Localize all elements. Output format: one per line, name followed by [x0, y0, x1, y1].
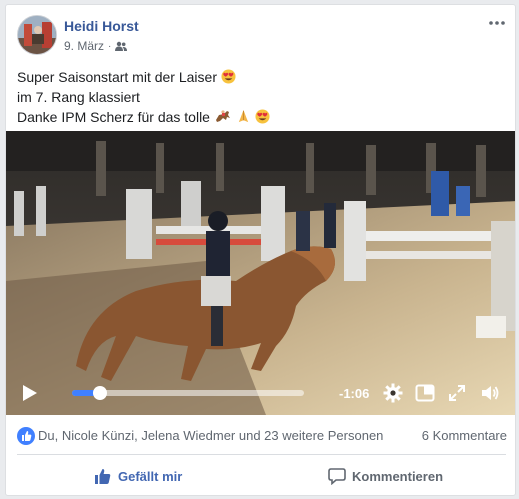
comment-button[interactable]: Kommentieren — [328, 465, 443, 487]
author-avatar[interactable] — [17, 15, 57, 55]
friends-icon[interactable] — [115, 41, 128, 51]
like-button[interactable]: Gefällt mir — [94, 465, 182, 487]
time-remaining: -1:06 — [339, 386, 370, 401]
more-options-icon[interactable] — [487, 15, 507, 31]
author-name[interactable]: Heidi Horst — [64, 18, 139, 34]
video-controls: -1:06 — [6, 371, 515, 415]
like-button-label: Gefällt mir — [118, 468, 183, 484]
like-reaction-icon[interactable] — [17, 427, 35, 445]
comment-bubble-icon — [328, 468, 346, 485]
seek-bar[interactable] — [72, 386, 304, 400]
comment-button-label: Kommentieren — [352, 468, 444, 484]
post-text-line-3: Danke IPM Scherz für das tolle — [17, 107, 270, 127]
post-text: Super Saisonstart mit der Laiser im 7. R… — [17, 67, 270, 127]
video-player[interactable]: -1:06 — [6, 131, 515, 415]
post-meta: 9. März · — [64, 39, 128, 53]
heart-eyes-emoji-icon — [221, 69, 236, 84]
play-icon[interactable] — [20, 384, 38, 402]
picture-in-picture-icon[interactable] — [415, 383, 435, 403]
heart-eyes-emoji-icon — [255, 109, 270, 124]
comments-count[interactable]: 6 Kommentare — [422, 428, 507, 443]
meta-separator: · — [108, 40, 112, 52]
volume-icon[interactable] — [480, 383, 500, 403]
post-date[interactable]: 9. März — [64, 39, 104, 53]
horse-racing-emoji-icon — [215, 110, 230, 122]
divider — [17, 454, 506, 455]
settings-gear-icon[interactable] — [383, 383, 403, 403]
post-text-line-2: im 7. Rang klassiert — [17, 89, 140, 105]
reactions-text[interactable]: Du, Nicole Künzi, Jelena Wiedmer und 23 … — [38, 428, 383, 443]
reactions-bar: Du, Nicole Künzi, Jelena Wiedmer und 23 … — [17, 426, 507, 446]
folded-hands-emoji-icon — [238, 109, 248, 123]
post-card: Heidi Horst 9. März · Super Saisonstart … — [5, 4, 516, 496]
seek-handle[interactable] — [92, 386, 107, 400]
post-text-line-1: Super Saisonstart mit der Laiser — [17, 67, 270, 87]
thumbs-up-icon — [95, 469, 111, 484]
fullscreen-icon[interactable] — [447, 383, 467, 403]
